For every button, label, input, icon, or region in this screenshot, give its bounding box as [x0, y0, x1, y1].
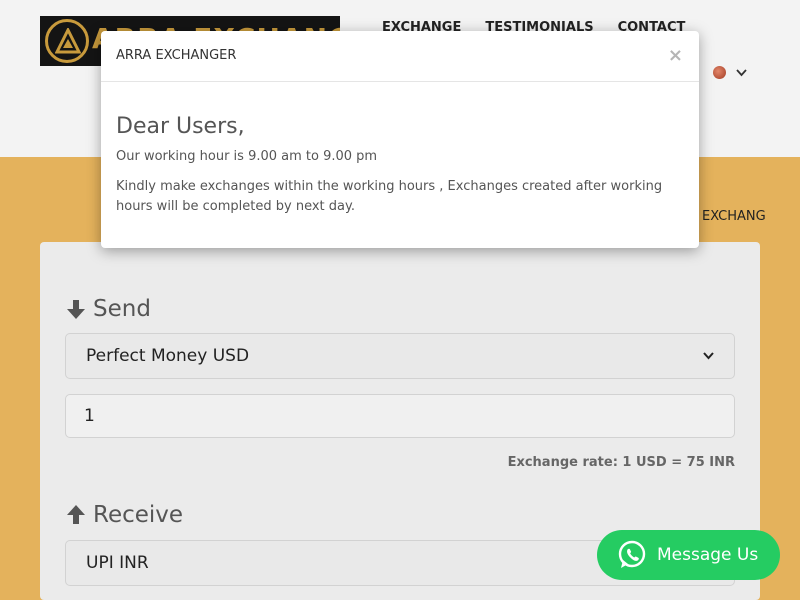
notice-modal: ARRA EXCHANGER × Dear Users, Our working… [101, 31, 699, 248]
working-hours-notice: Kindly make exchanges within the working… [116, 179, 663, 214]
modal-header: ARRA EXCHANGER × [101, 31, 699, 82]
modal-body: Dear Users, Our working hour is 9.00 am … [101, 114, 699, 217]
modal-greeting: Dear Users, [116, 114, 245, 139]
modal-title: ARRA EXCHANGER [116, 48, 237, 63]
working-hours-text: Our working hour is 9.00 am to 9.00 pm [116, 149, 378, 164]
modal-overlay: ARRA EXCHANGER × Dear Users, Our working… [0, 0, 800, 600]
close-icon[interactable]: × [668, 45, 683, 66]
